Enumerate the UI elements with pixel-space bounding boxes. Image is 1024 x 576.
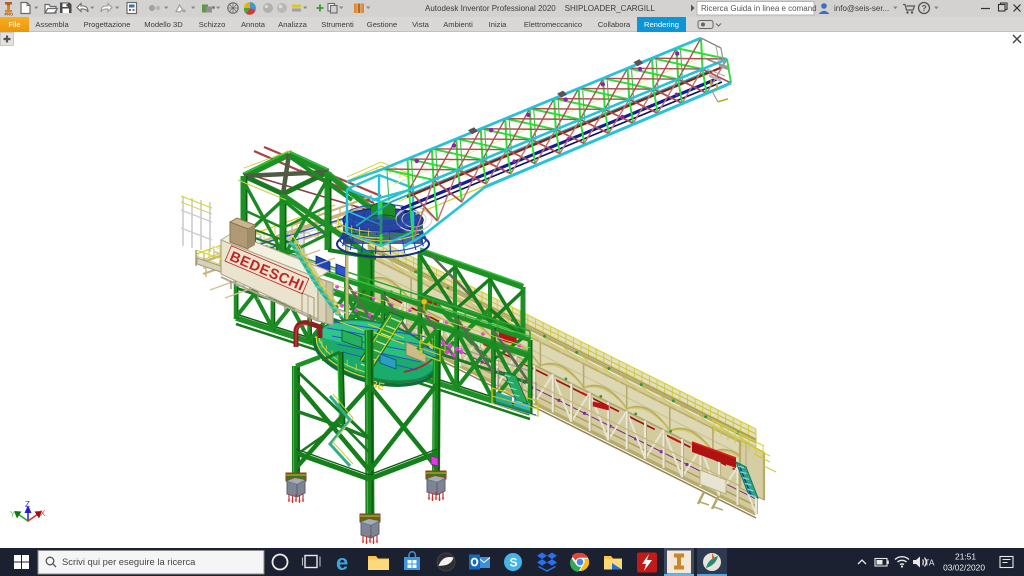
svg-text:Y: Y	[10, 510, 16, 519]
svg-text:ITA: ITA	[922, 558, 935, 568]
svg-text:X: X	[40, 509, 46, 518]
svg-text:21:51: 21:51	[955, 552, 976, 562]
svg-text:?: ?	[922, 3, 927, 13]
svg-text:Z: Z	[25, 500, 30, 509]
svg-text:03/02/2020: 03/02/2020	[943, 563, 985, 573]
svg-text:S: S	[510, 556, 518, 570]
svg-text:PRO: PRO	[5, 12, 14, 17]
svg-text:e: e	[336, 550, 348, 575]
